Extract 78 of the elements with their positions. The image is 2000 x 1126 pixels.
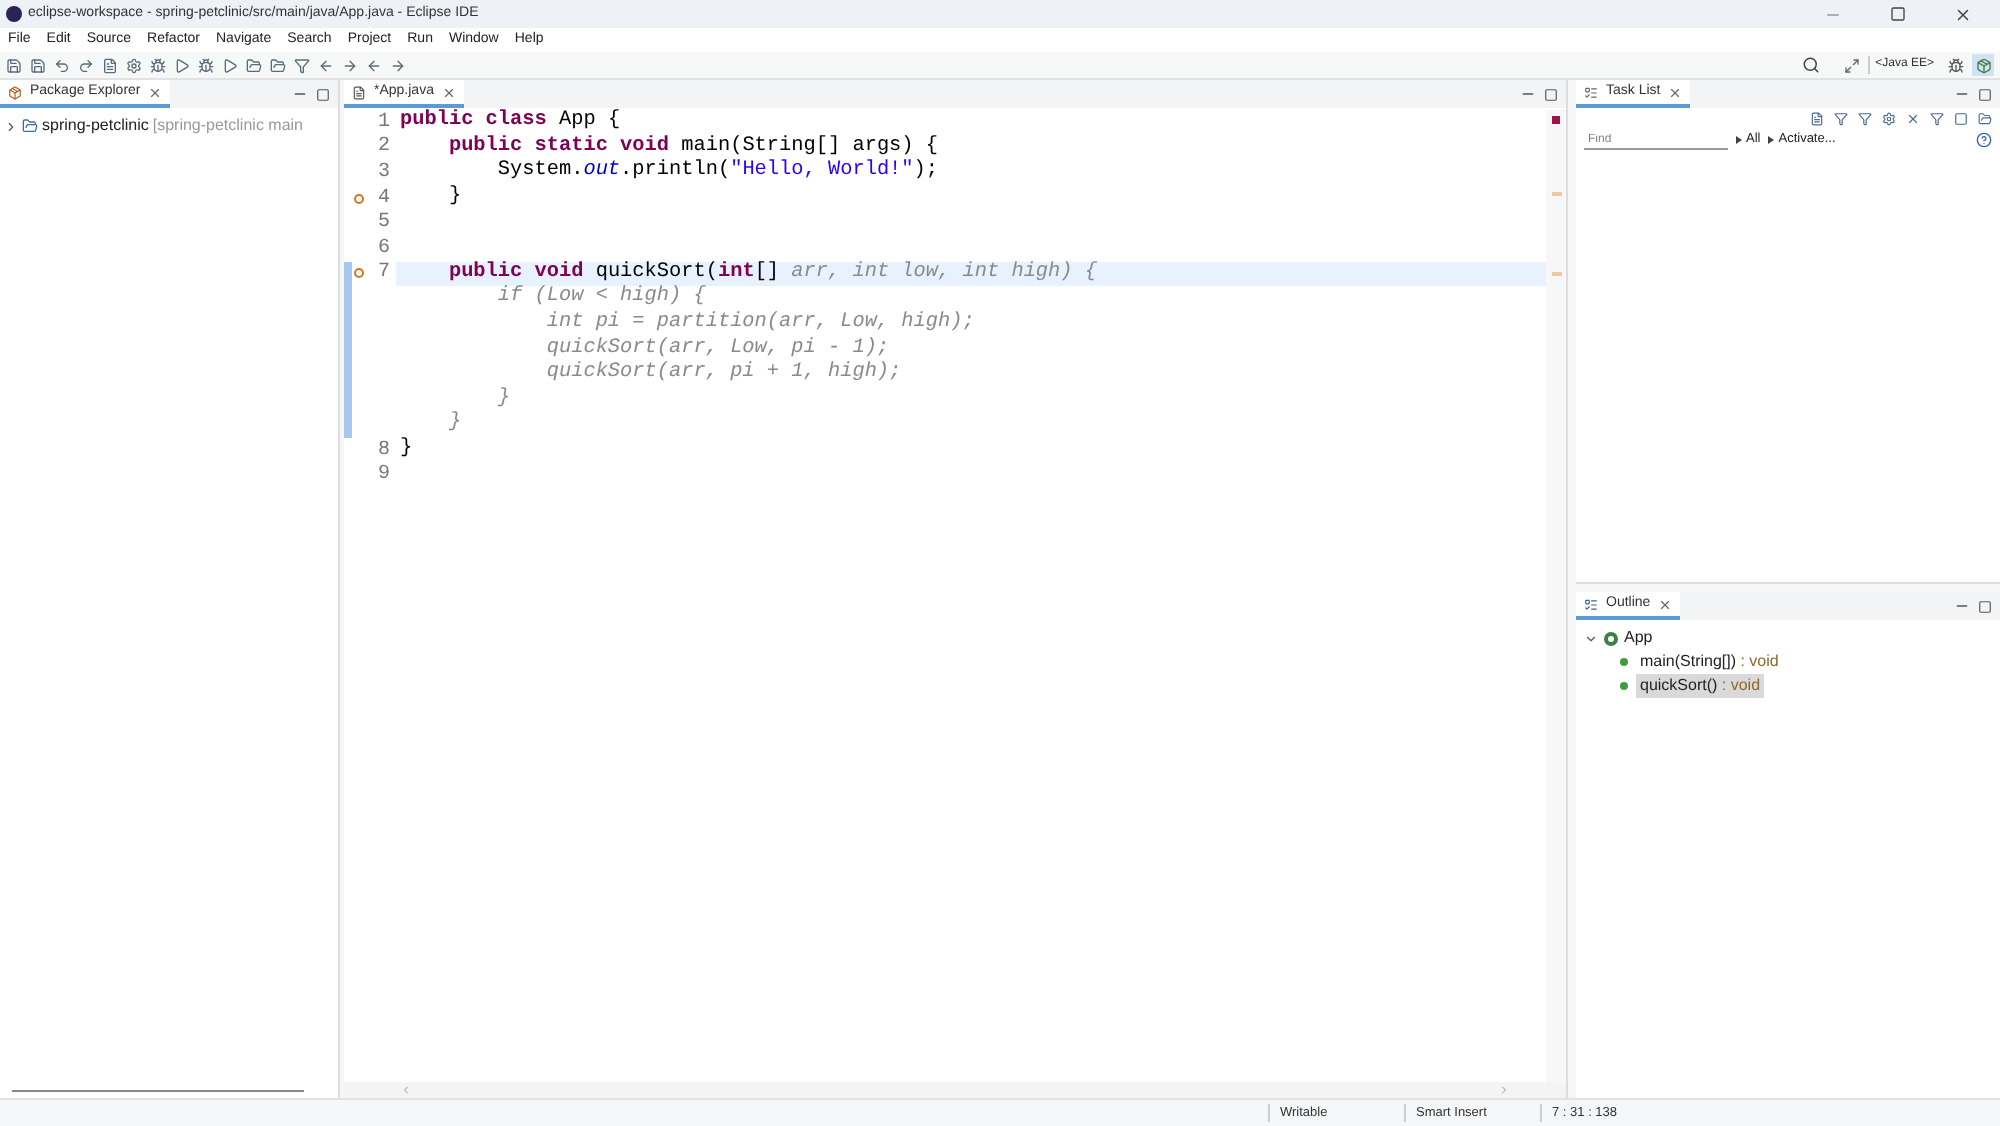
code-line: }	[495, 387, 511, 412]
line-number: 1	[375, 109, 390, 136]
toolbar-icon[interactable]	[1930, 112, 1944, 126]
warning-icon[interactable]	[354, 268, 364, 279]
expand-icon[interactable]	[4, 119, 18, 133]
code-line: quickSort(arr, pi + 1, high);	[544, 362, 902, 387]
code-line: if (Low < high) {	[495, 286, 706, 311]
line-number: 3	[375, 159, 390, 188]
code-line: }	[446, 412, 462, 437]
tree-item[interactable]: main(String[]) : void	[1636, 650, 1783, 674]
method-icon	[1620, 658, 1628, 666]
code-line: public class App {	[400, 110, 621, 135]
maximize-icon[interactable]	[1978, 87, 1992, 101]
triangle-icon	[1768, 136, 1775, 144]
toolbar-icon[interactable]	[126, 57, 142, 73]
toolbar-icon[interactable]	[54, 57, 70, 73]
toolbar-icon[interactable]	[102, 57, 118, 73]
method-icon	[1620, 682, 1628, 690]
app-logo-icon	[6, 6, 22, 22]
toolbar-icon[interactable]	[342, 57, 358, 73]
code-line: quickSort(arr, Low, pi - 1);	[544, 337, 890, 361]
maximize-icon[interactable]	[1978, 599, 1992, 613]
tree-item[interactable]: spring-petclinic	[42, 114, 149, 138]
tree-item[interactable]: quickSort() : void	[1636, 674, 1765, 698]
tree-item[interactable]: App	[1624, 626, 1653, 650]
maximize-icon[interactable]	[316, 87, 330, 101]
close-icon[interactable]	[148, 85, 163, 99]
code-line: public static void main(String[] args) {	[446, 135, 939, 159]
window-icon[interactable]	[1843, 57, 1860, 73]
code-line: System.out.println("Hello, World!");	[495, 160, 939, 185]
error-marker-icon[interactable]	[1552, 116, 1560, 124]
line-number: 8	[375, 437, 390, 464]
toolbar-icon[interactable]	[174, 57, 190, 73]
tree-item-detail: [spring-petclinic main	[152, 114, 303, 138]
toolbar-icon[interactable]	[198, 57, 214, 73]
outline-icon	[1584, 597, 1598, 611]
line-number: 4	[375, 185, 390, 212]
package-icon	[8, 85, 22, 99]
triangle-icon	[1736, 136, 1742, 144]
toolbar-icon[interactable]	[1810, 112, 1824, 126]
maximize-icon[interactable]	[1544, 87, 1558, 101]
code-line: }	[446, 186, 462, 211]
java-file-icon	[352, 85, 366, 99]
close-icon[interactable]	[1954, 5, 1972, 23]
bug-icon[interactable]	[1948, 57, 1964, 73]
line-number: 6	[375, 235, 390, 262]
toolbar-icon[interactable]	[78, 57, 94, 73]
toolbar-icon[interactable]	[1882, 112, 1896, 126]
toolbar-icon[interactable]	[150, 57, 166, 73]
scrollbar[interactable]	[12, 1089, 304, 1091]
toolbar-icon[interactable]	[1906, 112, 1920, 126]
toolbar-icon[interactable]	[1834, 112, 1848, 126]
code-line: }	[400, 438, 413, 463]
search-icon[interactable]	[1801, 56, 1820, 74]
line-number: 2	[375, 134, 390, 162]
task-icon	[1584, 85, 1598, 99]
toolbar-icon[interactable]	[294, 57, 310, 73]
expand-icon[interactable]	[1584, 631, 1598, 645]
toolbar-icon[interactable]	[318, 57, 334, 73]
code-line: public void quickSort(int[] arr, int low, int high) {	[446, 261, 1097, 285]
class-icon	[1604, 631, 1618, 645]
close-icon[interactable]	[1668, 85, 1683, 99]
java-perspective-button[interactable]	[1972, 54, 1994, 76]
line-number: 7	[375, 260, 390, 289]
toolbar-icon[interactable]	[6, 57, 22, 73]
toolbar-icon[interactable]	[390, 57, 406, 73]
toolbar-icon[interactable]	[366, 57, 382, 73]
toolbar-icon[interactable]	[30, 57, 46, 73]
maximize-icon[interactable]	[1890, 6, 1906, 22]
help-icon[interactable]	[1976, 132, 1992, 148]
line-number: 5	[375, 210, 390, 238]
toolbar-icon[interactable]	[1858, 112, 1872, 126]
close-icon[interactable]	[441, 85, 456, 99]
close-icon[interactable]	[1658, 597, 1673, 611]
code-line: int pi = partition(arr, Low, high);	[544, 312, 975, 337]
project-icon	[22, 118, 38, 134]
warning-icon[interactable]	[354, 193, 364, 204]
line-number: 9	[375, 462, 390, 491]
